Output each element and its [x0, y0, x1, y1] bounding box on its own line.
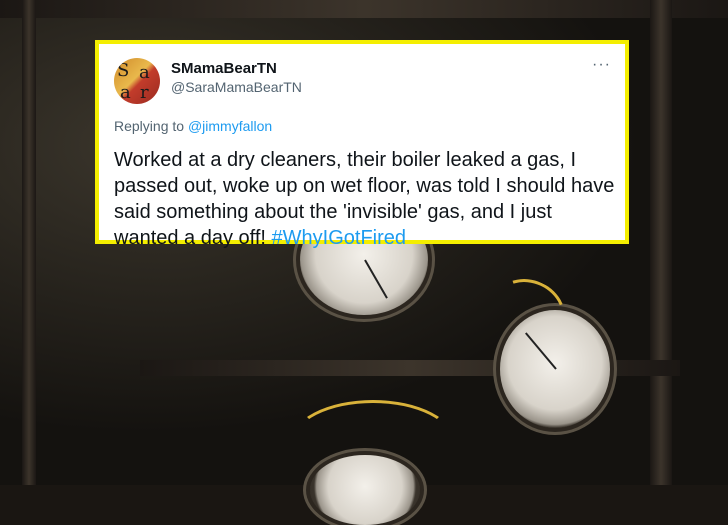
- avatar-letter: r: [140, 82, 149, 103]
- mention-link[interactable]: @jimmyfallon: [188, 118, 272, 134]
- background-pipe: [22, 0, 36, 485]
- replying-to-label: Replying to: [114, 118, 185, 134]
- background-pipe: [650, 0, 672, 485]
- avatar-letter: a: [139, 62, 150, 83]
- avatar-letter: S: [117, 60, 130, 81]
- user-handle[interactable]: @SaraMamaBearTN: [171, 79, 302, 95]
- hashtag-link[interactable]: #WhyIGotFired: [272, 227, 406, 249]
- tweet-text: Worked at a dry cleaners, their boiler l…: [114, 147, 619, 251]
- tweet-card: S a a r SMamaBearTN @SaraMamaBearTN ··· …: [95, 40, 629, 249]
- avatar[interactable]: S a a r: [114, 58, 160, 104]
- more-options-icon[interactable]: ···: [592, 56, 611, 74]
- avatar-letter: a: [120, 82, 131, 103]
- background-pipe: [0, 0, 728, 18]
- yellow-wire: [290, 400, 456, 486]
- display-name[interactable]: SMamaBearTN: [171, 60, 277, 77]
- replying-to-line: Replying to @jimmyfallon: [114, 118, 272, 134]
